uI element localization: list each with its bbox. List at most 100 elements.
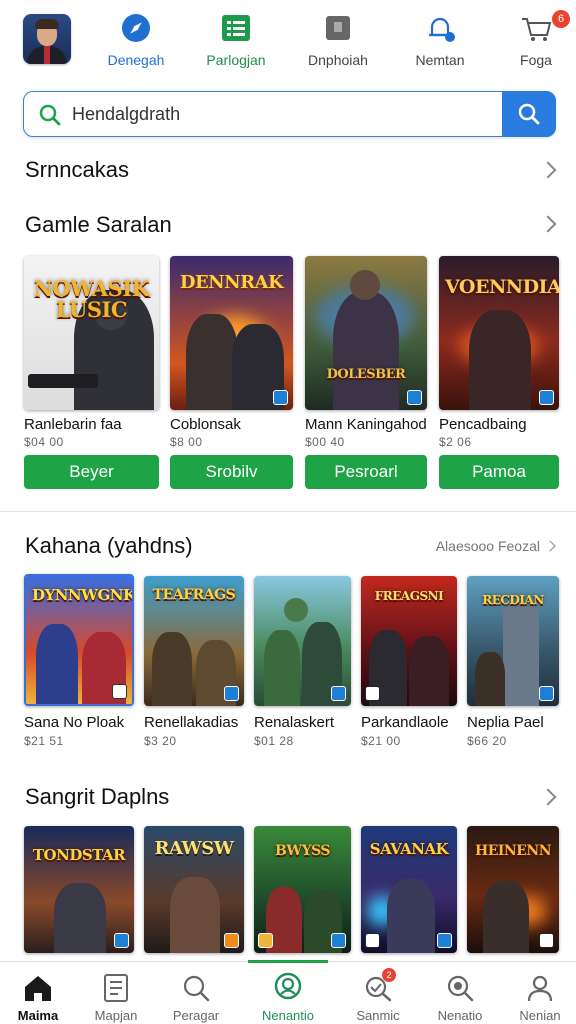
search-bar (23, 90, 556, 137)
buy-button[interactable]: Pesroarl (305, 455, 427, 489)
search-icon (156, 962, 236, 1002)
buy-button[interactable]: Beyer (24, 455, 159, 489)
platform-icon (539, 390, 554, 405)
platform-icon (407, 390, 422, 405)
list-icon (186, 12, 286, 44)
search-icon (38, 103, 62, 132)
chevron-right-icon[interactable] (539, 215, 557, 233)
buy-button[interactable]: Srobilv (170, 455, 293, 489)
chevron-right-icon[interactable] (539, 788, 557, 806)
platform-icon (273, 390, 288, 405)
nav-item-parlogjan[interactable]: Parlogjan (186, 12, 286, 72)
game-cover[interactable]: SAVANAK (361, 826, 457, 953)
platform-icon (365, 686, 380, 701)
game-cover[interactable]: HEINENN (467, 826, 559, 953)
game-logo: DYNNWGNK (32, 586, 134, 604)
tab-nenantio[interactable]: Nenantio (248, 960, 328, 1024)
game-logo: RECDIAN (482, 593, 544, 607)
search-check-icon (338, 962, 418, 1002)
section-title: Kahana (yahdns) (25, 533, 193, 558)
game-logo: DOLESBER (326, 367, 406, 382)
platform-icon (331, 933, 346, 948)
game-cover[interactable]: BWYSS (254, 826, 351, 953)
tab-maima[interactable]: Maima (0, 962, 78, 1024)
game-cover[interactable]: NOWASIK LUSIC (24, 256, 159, 410)
game-cover[interactable]: VOENNDIA (439, 256, 559, 410)
tab-label: Nenatio (437, 1008, 483, 1023)
game-logo: BWYSS (275, 843, 330, 859)
nav-item-denegah[interactable]: Denegah (86, 12, 186, 72)
game-cover[interactable]: RECDIAN (467, 576, 559, 706)
cart-badge: 6 (552, 10, 570, 28)
nav-item-foga[interactable]: 6 Foga (486, 10, 576, 72)
nav-item-dnphoiah[interactable]: Dnphoiah (288, 12, 388, 72)
game-name: Sana No Ploak (24, 714, 125, 731)
game-name: Renellakadias (144, 714, 239, 731)
tab-badge: 2 (382, 968, 396, 982)
tab-label: Maima (17, 1008, 59, 1023)
top-navigation: Denegah Parlogjan Dnphoiah Nemtan 6 Foga (0, 0, 576, 84)
game-price: $04 00 (24, 435, 64, 449)
search-input[interactable] (72, 98, 512, 130)
platform-icon (331, 686, 346, 701)
game-logo: NOWASIK LUSIC (33, 276, 150, 322)
game-cover[interactable]: DOLESBER (305, 256, 427, 410)
game-price: $01 28 (254, 734, 294, 748)
game-price: $8 00 (170, 435, 203, 449)
game-cover[interactable]: TONDSTAR (24, 826, 134, 953)
magnifier-icon (420, 962, 500, 1002)
game-cover[interactable]: RAWSW (144, 826, 244, 953)
tab-peragar[interactable]: Peragar (156, 962, 236, 1024)
game-logo: TONDSTAR (32, 846, 126, 864)
avatar[interactable] (23, 14, 71, 64)
game-price: $3 20 (144, 734, 177, 748)
chevron-right-icon (544, 540, 556, 552)
game-logo: SAVANAK (369, 840, 449, 858)
game-price: $00 40 (305, 435, 345, 449)
game-logo: FREAGSNI (374, 589, 444, 603)
game-cover[interactable]: DYNNWGNK (24, 574, 134, 706)
tab-label: Sanmic (356, 1008, 400, 1023)
nav-label: Dnphoiah (308, 52, 368, 68)
game-cover[interactable] (254, 576, 351, 706)
platform-icon (112, 684, 127, 699)
nav-item-nemtan[interactable]: Nemtan (390, 12, 490, 72)
see-all-link[interactable]: Alaesooo Feozal (436, 538, 556, 554)
game-cover[interactable]: TEAFRAGS (144, 576, 244, 706)
game-logo: DENNRAK (179, 272, 284, 293)
tab-sanmic[interactable]: 2 Sanmic (338, 962, 418, 1024)
search-icon (518, 103, 540, 124)
platform-icon (437, 933, 452, 948)
buy-button[interactable]: Pamoa (439, 455, 559, 489)
nav-label: Nemtan (415, 52, 465, 68)
tab-nenian[interactable]: Nenian (500, 962, 576, 1024)
game-price: $21 00 (361, 734, 401, 748)
bottom-tab-bar: Maima Mapjan Peragar Nenantio 2 Sanmic N… (0, 960, 576, 1024)
tab-mapjan[interactable]: Mapjan (76, 962, 156, 1024)
platform-icon (539, 686, 554, 701)
nav-label: Parlogjan (206, 52, 266, 68)
home-icon (0, 962, 78, 1002)
game-name: Renalaskert (254, 714, 335, 731)
tab-label: Mapjan (94, 1008, 138, 1023)
square-icon (288, 12, 388, 44)
nav-label: Foga (520, 52, 552, 68)
platform-icon (224, 686, 239, 701)
tab-nenatio[interactable]: Nenatio (420, 962, 500, 1024)
location-icon (248, 962, 328, 1002)
game-logo: TEAFRAGS (152, 587, 236, 603)
game-name: Parkandlaole (361, 714, 449, 731)
tab-label: Nenian (519, 1008, 561, 1023)
game-cover[interactable]: FREAGSNI (361, 576, 457, 706)
game-name: Ranlebarin faa (24, 416, 122, 433)
game-name: Mann Kaningahod (305, 416, 427, 433)
platform-icon (365, 933, 380, 948)
game-name: Pencadbaing (439, 416, 527, 433)
chevron-right-icon[interactable] (539, 161, 557, 179)
tab-label: Peragar (172, 1008, 220, 1023)
game-cover[interactable]: DENNRAK (170, 256, 293, 410)
game-price: $2 06 (439, 435, 472, 449)
platform-icon (258, 933, 273, 948)
game-price: $21 51 (24, 734, 64, 748)
search-button[interactable] (502, 90, 556, 137)
